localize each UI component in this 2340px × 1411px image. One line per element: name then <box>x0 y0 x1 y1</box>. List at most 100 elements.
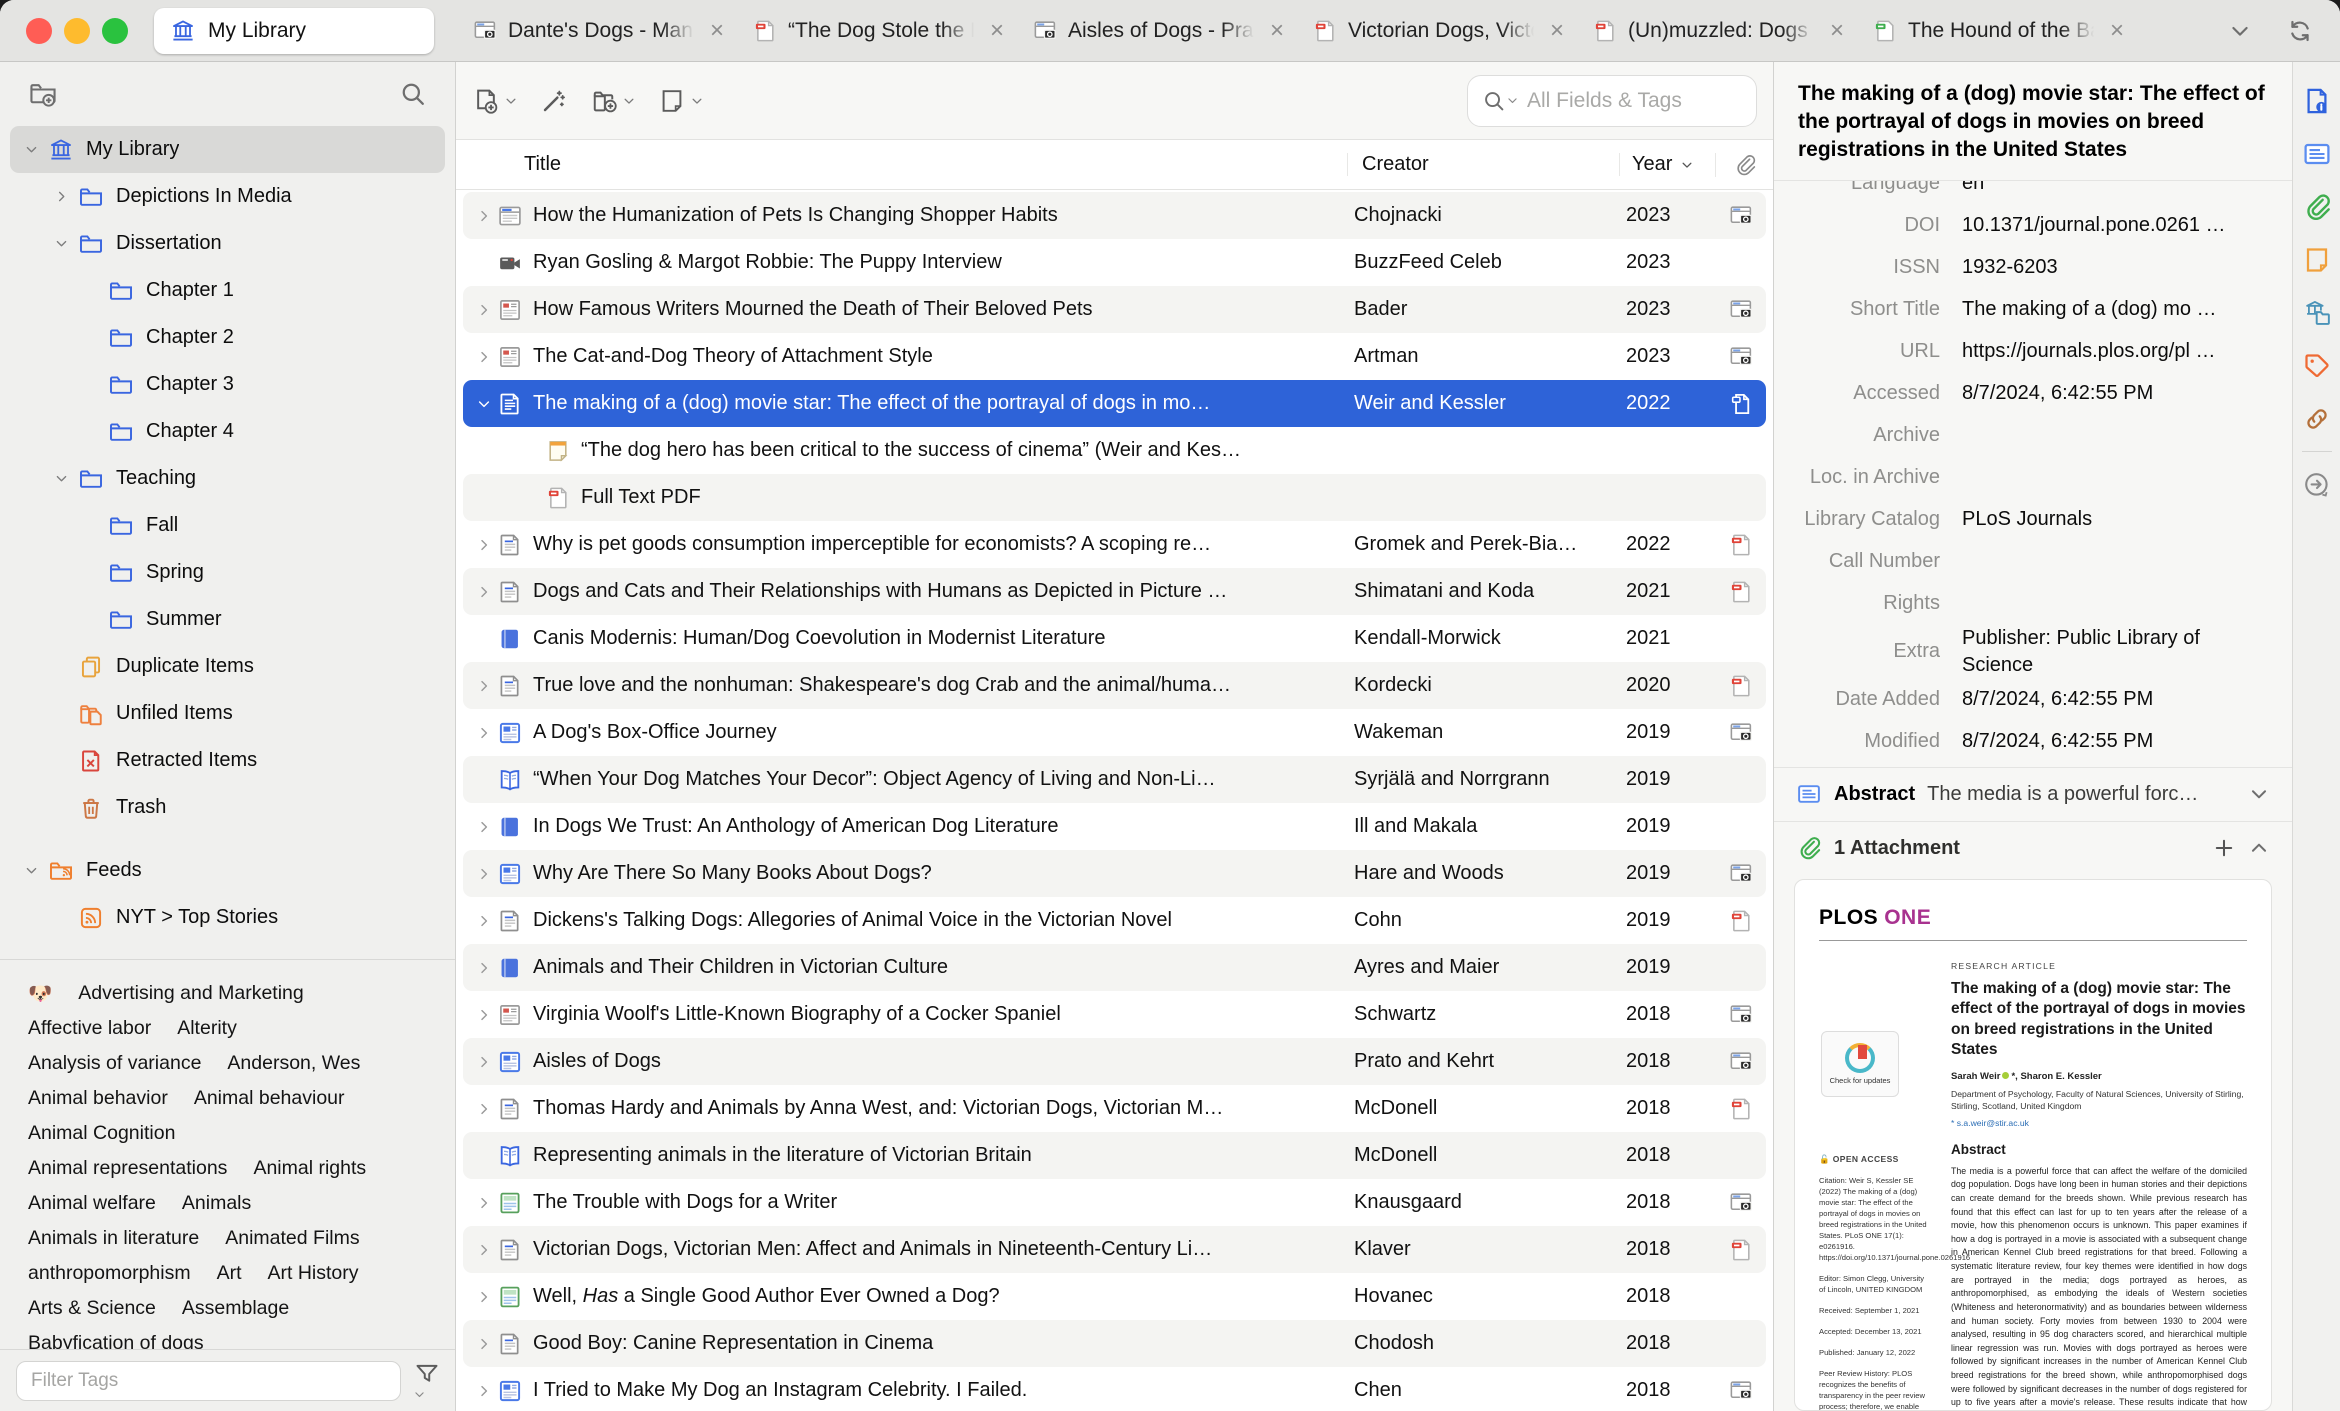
item-twisty-icon[interactable] <box>473 302 495 318</box>
item-twisty-icon[interactable] <box>473 1101 495 1117</box>
attachments-section-icon[interactable] <box>2302 192 2332 222</box>
search-input[interactable] <box>1525 87 1742 114</box>
field-value[interactable]: https://journals.plos.org/pl … <box>1962 338 2292 365</box>
abstract-section[interactable]: Abstract The media is a powerful forc… <box>1774 766 2292 821</box>
item-row[interactable]: The making of a (dog) movie star: The ef… <box>463 380 1766 427</box>
tab-close-icon[interactable]: × <box>1826 18 1848 43</box>
item-row[interactable]: “When Your Dog Matches Your Decor”: Obje… <box>463 756 1766 803</box>
sidebar-item-dissertation[interactable]: Dissertation <box>10 220 445 267</box>
sidebar-item-chapter-3[interactable]: Chapter 3 <box>10 361 445 408</box>
tag[interactable]: Alterity <box>177 1017 237 1040</box>
tab-close-icon[interactable]: × <box>2106 18 2128 43</box>
twisty-icon[interactable] <box>16 142 46 157</box>
sidebar-item-chapter-1[interactable]: Chapter 1 <box>10 267 445 314</box>
tag[interactable]: Assemblage <box>182 1297 289 1320</box>
item-twisty-icon[interactable] <box>473 1242 495 1258</box>
tab-my-library[interactable]: My Library <box>154 7 434 54</box>
field-value[interactable]: en <box>1962 181 2292 198</box>
item-row[interactable]: Thomas Hardy and Animals by Anna West, a… <box>463 1085 1766 1132</box>
twisty-icon[interactable] <box>46 471 76 486</box>
add-attachment-plus-icon[interactable] <box>2212 836 2236 860</box>
sidebar-item-duplicate-items[interactable]: Duplicate Items <box>10 643 445 690</box>
tab-4[interactable]: Victorian Dogs, Victo × <box>1300 0 1580 62</box>
tab-1[interactable]: Dante's Dogs - Mang × <box>460 0 740 62</box>
zoom-window-button[interactable] <box>102 17 128 44</box>
tag[interactable]: Animal welfare <box>28 1192 156 1215</box>
collection-search-icon[interactable] <box>399 80 427 108</box>
item-twisty-icon[interactable] <box>473 537 495 553</box>
sidebar-item-fall[interactable]: Fall <box>10 502 445 549</box>
item-twisty-icon[interactable] <box>473 1007 495 1023</box>
field-value[interactable]: Publisher: Public Library of Science <box>1962 625 2292 679</box>
close-window-button[interactable] <box>26 17 52 44</box>
column-header-creator[interactable]: Creator <box>1347 153 1619 176</box>
item-row[interactable]: Victorian Dogs, Victorian Men: Affect an… <box>463 1226 1766 1273</box>
tag[interactable]: Animals <box>182 1192 251 1215</box>
field-value[interactable]: PLoS Journals <box>1962 506 2292 533</box>
item-row[interactable]: How Famous Writers Mourned the Death of … <box>463 286 1766 333</box>
libraries-collections-icon[interactable] <box>2302 298 2332 328</box>
tag[interactable]: Analysis of variance <box>28 1052 201 1075</box>
sidebar-item-depictions-in-media[interactable]: Depictions In Media <box>10 173 445 220</box>
twisty-icon[interactable] <box>46 236 76 251</box>
attachments-collapse-chevron-icon[interactable] <box>2248 837 2270 859</box>
tab-close-icon[interactable]: × <box>1266 18 1288 43</box>
tag[interactable]: Animal behavior <box>28 1087 168 1110</box>
item-twisty-icon[interactable] <box>473 913 495 929</box>
tags-section-icon[interactable] <box>2302 351 2332 381</box>
item-child-row[interactable]: Full Text PDF <box>463 474 1766 521</box>
item-twisty-icon[interactable] <box>473 1054 495 1070</box>
item-row[interactable]: Representing animals in the literature o… <box>463 1132 1766 1179</box>
item-row[interactable]: Ryan Gosling & Margot Robbie: The Puppy … <box>463 239 1766 286</box>
item-twisty-icon[interactable] <box>473 1383 495 1399</box>
new-note-button[interactable] <box>658 87 704 115</box>
related-section-icon[interactable] <box>2302 404 2332 434</box>
item-twisty-icon[interactable] <box>473 208 495 224</box>
tag[interactable]: Anderson, Wes <box>227 1052 360 1075</box>
sidebar-item-trash[interactable]: Trash <box>10 784 445 831</box>
item-child-row[interactable]: “The dog hero has been critical to the s… <box>463 427 1766 474</box>
tag[interactable]: 🐶 <box>28 982 52 1006</box>
item-twisty-icon[interactable] <box>473 1289 495 1305</box>
tag[interactable]: Arts & Science <box>28 1297 156 1320</box>
item-twisty-icon[interactable] <box>473 725 495 741</box>
item-row[interactable]: Virginia Woolf's Little-Known Biography … <box>463 991 1766 1038</box>
sidebar-item-retracted-items[interactable]: Retracted Items <box>10 737 445 784</box>
tag[interactable]: Animals in literature <box>28 1227 199 1250</box>
item-row[interactable]: Good Boy: Canine Representation in Cinem… <box>463 1320 1766 1367</box>
pdf-preview-card[interactable]: PLOS ONE Check for updates 🔓 OPEN ACCESS … <box>1794 878 2272 1411</box>
tab-close-icon[interactable]: × <box>1546 18 1568 43</box>
tag[interactable]: Animated Films <box>225 1227 359 1250</box>
sidebar-item-feeds[interactable]: Feeds <box>10 847 445 894</box>
twisty-icon[interactable] <box>46 189 76 204</box>
item-twisty-icon[interactable] <box>473 819 495 835</box>
item-twisty-icon[interactable] <box>473 960 495 976</box>
notes-section-icon[interactable] <box>2302 245 2332 275</box>
field-value[interactable]: The making of a (dog) mo … <box>1962 296 2292 323</box>
column-header-title[interactable]: Title <box>456 153 1347 176</box>
tag[interactable]: Animal rights <box>253 1157 366 1180</box>
new-collection-button[interactable] <box>28 79 58 109</box>
item-info-icon[interactable] <box>2302 86 2332 116</box>
item-row[interactable]: Dogs and Cats and Their Relationships wi… <box>463 568 1766 615</box>
abstract-section-icon[interactable] <box>2302 139 2332 169</box>
field-value[interactable]: 8/7/2024, 6:42:55 PM <box>1962 686 2292 713</box>
column-header-year[interactable]: Year <box>1619 153 1715 176</box>
sidebar-item-teaching[interactable]: Teaching <box>10 455 445 502</box>
field-value[interactable]: 10.1371/journal.pone.0261 … <box>1962 212 2292 239</box>
tab-2[interactable]: “The Dog Stole the P × <box>740 0 1020 62</box>
minimize-window-button[interactable] <box>64 17 90 44</box>
sidebar-item-spring[interactable]: Spring <box>10 549 445 596</box>
item-twisty-icon[interactable] <box>473 1195 495 1211</box>
tab-6[interactable]: The Hound of the Ba × <box>1860 0 2140 62</box>
sidebar-item-my-library[interactable]: My Library <box>10 126 445 173</box>
item-row[interactable]: I Tried to Make My Dog an Instagram Cele… <box>463 1367 1766 1411</box>
tag[interactable]: Animal behaviour <box>194 1087 345 1110</box>
item-row[interactable]: Why is pet goods consumption imperceptib… <box>463 521 1766 568</box>
field-value[interactable]: 8/7/2024, 6:42:55 PM <box>1962 380 2292 407</box>
item-twisty-icon[interactable] <box>473 678 495 694</box>
item-row[interactable]: The Trouble with Dogs for a Writer Knausg… <box>463 1179 1766 1226</box>
tag[interactable]: Animal Cognition <box>28 1122 175 1145</box>
filter-tags-input[interactable] <box>16 1360 401 1401</box>
tab-list-chevron-icon[interactable] <box>2228 19 2252 43</box>
